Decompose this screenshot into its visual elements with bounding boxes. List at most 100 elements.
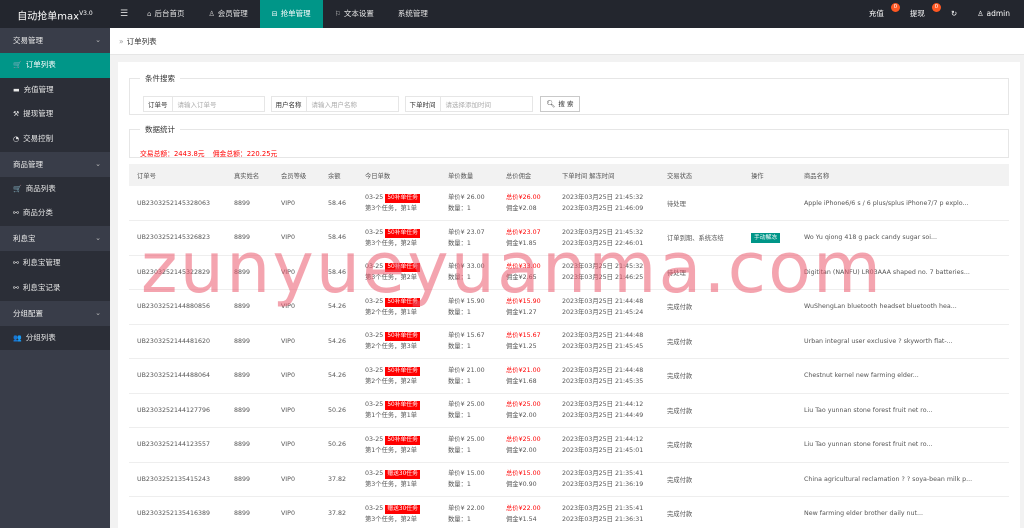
member-level: VIP0 <box>273 324 320 359</box>
flag-icon: ⚐ <box>334 10 341 18</box>
order-list-card: 条件搜索 订单号 请输入订单号 用户名称 请输入用户名称 下单时间 请选择添加时… <box>118 62 1020 528</box>
topnav-item-3[interactable]: ⚐ 文本设置 <box>323 0 386 28</box>
real-name: 8899 <box>226 289 273 325</box>
order-number: UB2303252145326823 <box>129 220 226 256</box>
goods-name: China agricultural reclamation ? ? soya-… <box>796 462 1009 497</box>
order-time-input[interactable]: 请选择添加时间 <box>440 96 533 112</box>
task-tag: 50补单任务 <box>385 366 420 376</box>
member-level: VIP0 <box>273 393 320 428</box>
search-icon: 🔍︎ <box>546 100 556 108</box>
menu-toggle-icon[interactable]: ☰ <box>120 0 128 28</box>
sidebar-item-0-2[interactable]: ⚒ 提现管理 <box>0 102 110 128</box>
search-panel: 条件搜索 订单号 请输入订单号 用户名称 请输入用户名称 下单时间 请选择添加时… <box>129 73 1009 115</box>
unfreeze-time: 2023年03月25日 21:45:01 <box>562 446 644 454</box>
link-icon: ⚯ <box>13 283 19 292</box>
quantity: 数量：1 <box>448 308 471 316</box>
table-row: UB2303252145328063 8899 VIP0 58.46 03-25 50补单… <box>129 186 1009 221</box>
task-info: 第3个任务，第2单 <box>365 239 418 247</box>
search-row: 订单号 请输入订单号 用户名称 请输入用户名称 下单时间 请选择添加时间 🔍︎ 搜… <box>143 96 581 112</box>
task-tag: 50补单任务 <box>385 263 420 273</box>
order-number: UB2303252145322829 <box>129 255 226 290</box>
sidebar-item-3-0[interactable]: 👥 分组列表 <box>0 325 110 351</box>
column-header: 交易状态 <box>659 164 743 186</box>
goods-name: Apple iPhone6/6 s / 6 plus/splus iPhone7… <box>796 186 1009 221</box>
action-cell <box>743 324 796 359</box>
sidebar-item-0-3[interactable]: ◔ 交易控制 <box>0 127 110 152</box>
sidebar: 交易管理 ⌄ 🛒 订单列表 ▬ 充值管理 ⚒ 提现管理 ◔ 交易控制 商品管理 ⌄ 🛒 商品列表 ⚯ 商品分类… <box>0 28 110 528</box>
unit-price: 单价¥ 15.67 <box>448 332 485 340</box>
real-name: 8899 <box>226 358 273 394</box>
manual-unfreeze-button[interactable]: 手动解冻 <box>751 232 781 243</box>
quantity: 数量：1 <box>448 515 471 523</box>
sidebar-item-0-0[interactable]: 🛒 订单列表 <box>0 53 110 78</box>
order-number: UB2303252145328063 <box>129 186 226 221</box>
home-icon: ⌂ <box>147 10 152 18</box>
topnav-label: 抢单管理 <box>280 9 311 18</box>
total-commission: 总价¥22.00 佣金¥1.54 <box>498 496 554 528</box>
app-logo[interactable]: 自动抢单maxV3.0 <box>0 0 110 28</box>
unfreeze-time: 2023年03月25日 21:45:45 <box>562 343 644 351</box>
price-quantity: 单价¥ 22.00 数量：1 <box>440 496 498 528</box>
commission: 佣金¥2.08 <box>506 205 537 212</box>
sidebar-item-2-1[interactable]: ⚯ 利息宝记录 <box>0 275 110 301</box>
stats-panel: 数据统计 交易总额：2443.8元 佣金总额：220.25元 <box>129 124 1009 158</box>
order-no-input[interactable]: 请输入订单号 <box>172 96 265 112</box>
orders-table: 订单号 真实姓名 会员等级 余额 今日单数 单价数量 总价佣金 下单时间 解冻时间 交易状态 操作… <box>129 164 1009 528</box>
sidebar-item-0-1[interactable]: ▬ 充值管理 <box>0 77 110 103</box>
quantity: 数量：1 <box>448 377 471 385</box>
price-quantity: 单价¥ 26.00 数量：1 <box>440 186 498 221</box>
unit-price: 单价¥ 33.00 <box>448 263 485 271</box>
balance: 54.26 <box>320 289 357 325</box>
sidebar-item-1-0[interactable]: 🛒 商品列表 <box>0 176 110 202</box>
order-time-label: 下单时间 <box>404 96 441 112</box>
table-row: UB2303252144880856 8899 VIP0 54.26 03-25 50补单… <box>129 289 1009 325</box>
today-orders: 03-25 50补单任务 第2个任务，第1单 <box>357 289 440 325</box>
sidebar-item-1-1[interactable]: ⚯ 商品分类 <box>0 201 110 227</box>
sidebar-group-0[interactable]: 交易管理 ⌄ <box>0 28 110 53</box>
balance: 50.26 <box>320 393 357 428</box>
withdraw-button[interactable]: 提现 0 <box>900 0 941 28</box>
sidebar-group-label: 利息宝 <box>13 234 36 244</box>
task-info: 第3个任务，第1单 <box>365 205 418 212</box>
topnav-item-2[interactable]: ⊟ 抢单管理 <box>259 0 323 28</box>
search-button-label: 搜 索 <box>558 100 574 108</box>
order-number: UB2303252144123557 <box>129 427 226 463</box>
topnav-label: 会员管理 <box>217 9 248 18</box>
total-commission: 总价¥25.00 佣金¥2.00 <box>498 427 554 463</box>
topnav-item-0[interactable]: ⌂ 后台首页 <box>135 0 196 28</box>
today-orders: 03-25 50补单任务 第2个任务，第2单 <box>357 358 440 394</box>
recharge-button[interactable]: 充值 0 <box>859 0 900 28</box>
sidebar-group-2[interactable]: 利息宝 ⌄ <box>0 226 110 252</box>
quantity: 数量：1 <box>448 412 471 420</box>
order-time: 2023年03月25日 21:44:48 <box>562 366 644 374</box>
sidebar-group-1[interactable]: 商品管理 ⌄ <box>0 151 110 177</box>
user-icon: ♙ <box>208 10 215 18</box>
search-button[interactable]: 🔍︎ 搜 索 <box>539 96 581 112</box>
main-content: » 订单列表 条件搜索 订单号 请输入订单号 用户名称 请输入用户名称 下单时间 … <box>110 28 1024 528</box>
sidebar-item-2-0[interactable]: ⚯ 利息宝管理 <box>0 251 110 276</box>
username-input[interactable]: 请输入用户名称 <box>306 96 399 112</box>
goods-name: Chestnut kernel new farming elder... <box>796 358 1009 394</box>
refresh-icon[interactable]: ↻ <box>941 0 967 28</box>
stats-legend: 数据统计 <box>145 125 175 134</box>
breadcrumb-current[interactable]: 订单列表 <box>127 37 157 46</box>
table-row: UB2303252144481620 8899 VIP0 54.26 03-25 50补单… <box>129 324 1009 359</box>
balance: 37.82 <box>320 462 357 497</box>
member-level: VIP0 <box>273 186 320 221</box>
order-times: 2023年03月25日 21:44:48 2023年03月25日 21:45:35 <box>554 358 659 394</box>
trade-status: 订单到期、系统冻结 <box>659 220 743 256</box>
chevron-down-icon: ⌄ <box>95 36 101 44</box>
user-menu[interactable]: ♙ admin <box>967 0 1024 28</box>
action-cell <box>743 496 796 528</box>
topnav-item-4[interactable]: 系统管理 <box>386 0 440 28</box>
withdraw-label: 提现 <box>909 9 925 18</box>
table-row: UB2303252135415243 8899 VIP0 37.82 03-25 赠送30… <box>129 462 1009 497</box>
total-price: 总价¥21.00 <box>506 366 541 374</box>
topnav-label: 系统管理 <box>397 9 428 18</box>
sidebar-item-label: 商品列表 <box>25 183 56 193</box>
today-orders: 03-25 50补单任务 第1个任务，第1单 <box>357 393 440 428</box>
quantity: 数量：1 <box>448 239 471 247</box>
member-level: VIP0 <box>273 462 320 497</box>
topnav-item-1[interactable]: ♙ 会员管理 <box>196 0 259 28</box>
sidebar-group-3[interactable]: 分组配置 ⌄ <box>0 300 110 326</box>
